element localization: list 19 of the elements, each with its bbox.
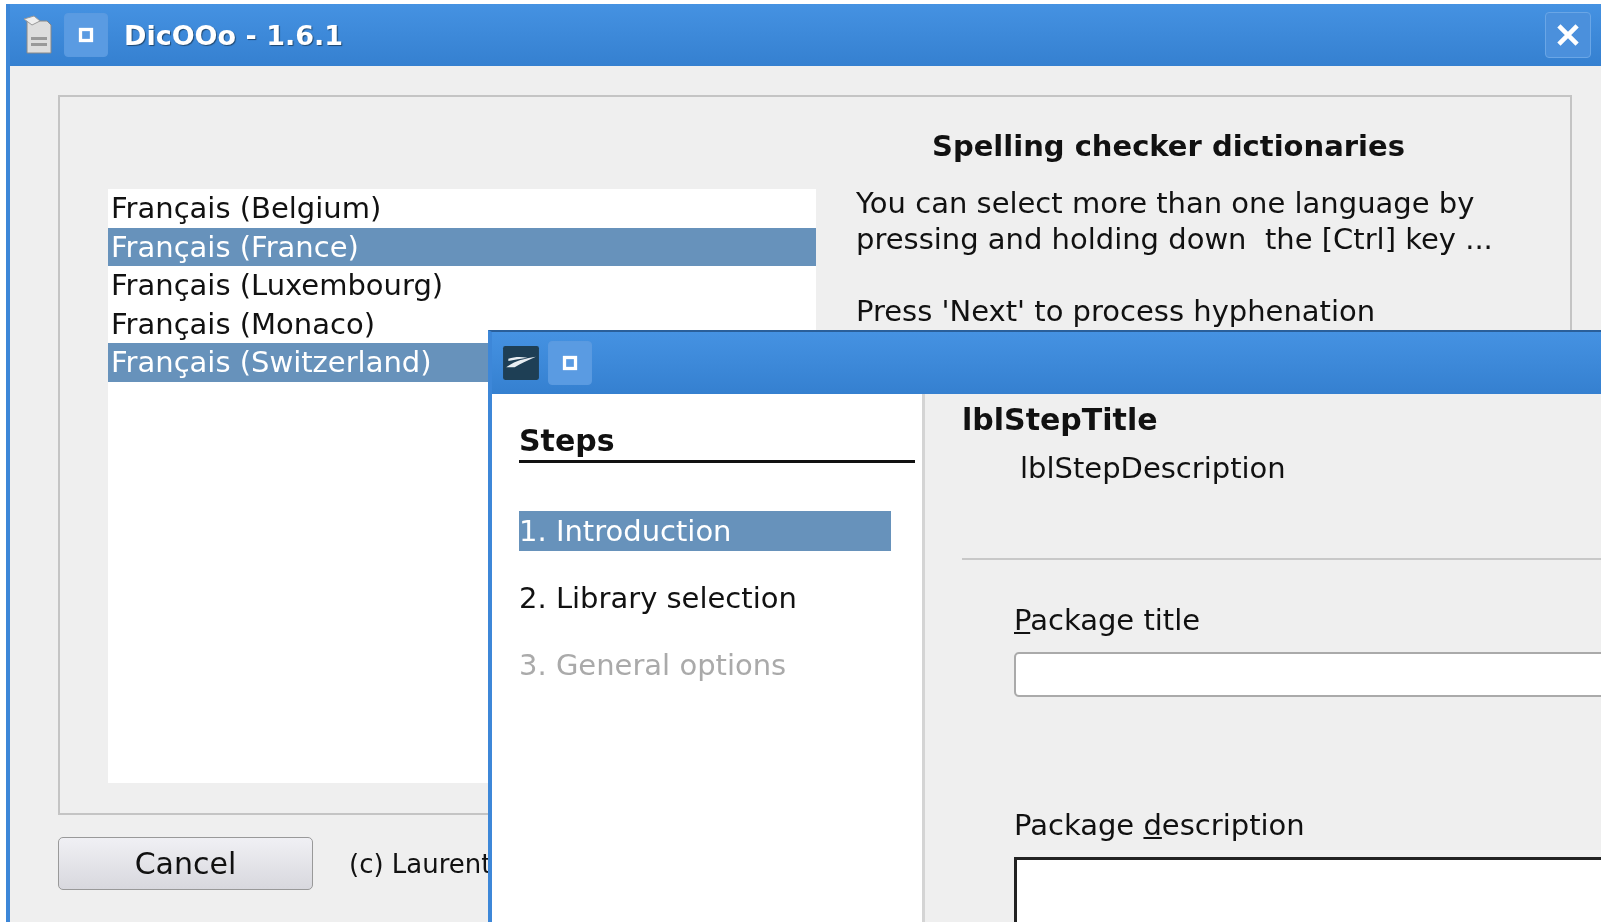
- close-icon: [1555, 22, 1581, 48]
- close-button[interactable]: [1545, 12, 1591, 58]
- seagull-icon: [502, 344, 540, 382]
- language-item[interactable]: Français (Luxembourg): [108, 266, 816, 305]
- window-menu-button[interactable]: [64, 13, 108, 57]
- steps-heading: Steps: [519, 422, 915, 463]
- step-title: lblStepTitle: [962, 401, 1159, 439]
- title-field[interactable]: [1014, 652, 1601, 697]
- field-label: Package title: [1014, 602, 1202, 639]
- hint-text: Press 'Next' to process hyphenation: [856, 293, 1377, 329]
- language-item[interactable]: Français (Belgium): [108, 189, 816, 228]
- step-description: lblStepDescription: [1020, 450, 1287, 487]
- section-heading: Spelling checker dictionaries: [931, 129, 1406, 163]
- window-title: DicOOo - 1.6.1: [124, 19, 343, 51]
- description-text: You can select more than one language by pressing and holding down the [Ctrl] key ...: [856, 185, 1494, 257]
- copyright-text: (c) Laurent: [349, 848, 492, 879]
- field-label: Package description: [1014, 807, 1306, 844]
- cancel-button[interactable]: Cancel: [58, 837, 313, 890]
- window-menu-button[interactable]: [548, 341, 592, 385]
